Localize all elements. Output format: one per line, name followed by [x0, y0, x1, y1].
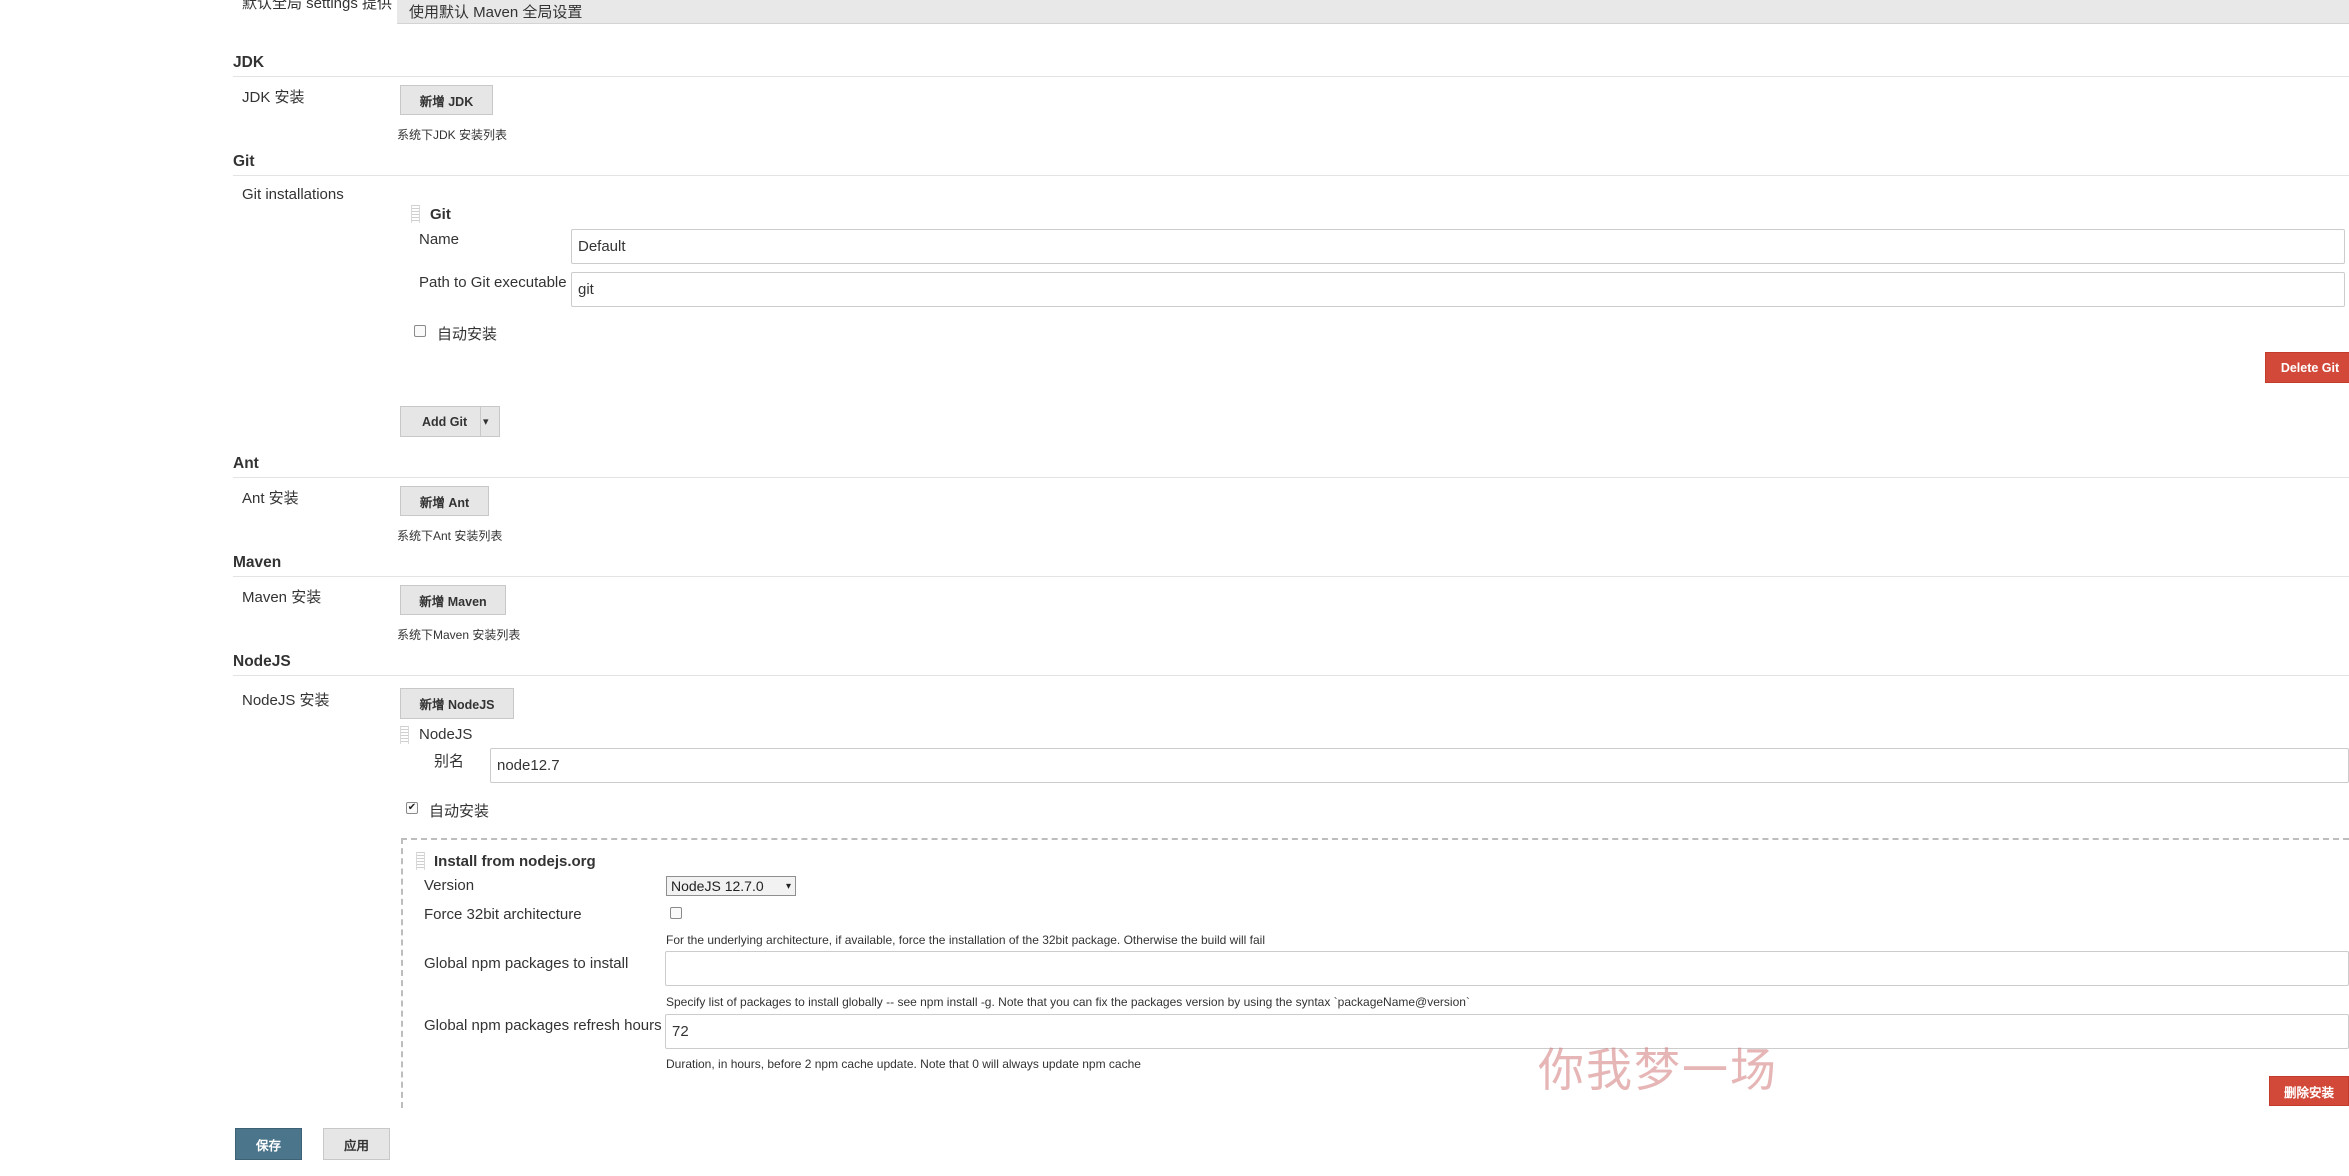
watermark-text: 你我梦一场 — [1538, 1043, 1778, 1097]
nodejs-alias-input[interactable]: node12.7 — [490, 748, 2349, 783]
installer-title: Install from nodejs.org — [434, 853, 596, 870]
section-title-ant: Ant — [233, 455, 259, 472]
installer-refresh-input[interactable]: 72 — [665, 1014, 2349, 1049]
git-name-value: Default — [578, 238, 626, 255]
installer-npm-label: Global npm packages to install — [424, 955, 629, 972]
jdk-help-text: 系统下JDK 安装列表 — [397, 128, 508, 142]
chevron-down-icon[interactable]: ▾ — [483, 415, 489, 428]
check-icon: ✔ — [407, 802, 417, 813]
add-ant-button[interactable]: 新增 Ant — [400, 486, 489, 516]
section-title-nodejs: NodeJS — [233, 653, 291, 670]
apply-button[interactable]: 应用 — [323, 1128, 390, 1160]
delete-installer-button[interactable]: 删除安装 — [2269, 1076, 2349, 1106]
drag-handle-icon[interactable] — [400, 726, 409, 744]
installer-version-label: Version — [424, 877, 475, 894]
git-path-value: git — [578, 281, 594, 298]
nodejs-item-title: NodeJS — [419, 726, 473, 743]
section-title-jdk: JDK — [233, 54, 265, 71]
maven-install-label: Maven 安装 — [242, 589, 322, 606]
add-maven-button[interactable]: 新增 Maven — [400, 585, 506, 615]
drag-handle-icon[interactable] — [416, 852, 425, 870]
section-divider-maven — [233, 576, 2349, 577]
nodejs-install-label: NodeJS 安装 — [242, 692, 330, 709]
nodejs-auto-install-label: 自动安装 — [429, 803, 490, 820]
installer-force32-help: For the underlying architecture, if avai… — [666, 933, 1265, 947]
delete-git-button[interactable]: Delete Git — [2265, 352, 2349, 383]
installer-refresh-help: Duration, in hours, before 2 npm cache u… — [666, 1057, 1141, 1071]
add-nodejs-button[interactable]: 新增 NodeJS — [400, 688, 514, 719]
section-divider-git — [233, 175, 2349, 176]
nodejs-alias-label: 别名 — [434, 753, 465, 770]
maven-global-settings-select[interactable]: 使用默认 Maven 全局设置 — [397, 0, 2349, 24]
ant-install-label: Ant 安装 — [242, 490, 299, 507]
maven-global-settings-label: 默认全局 settings 提供 — [242, 0, 393, 12]
section-divider-jdk — [233, 76, 2349, 77]
save-button[interactable]: 保存 — [235, 1128, 302, 1160]
git-item-title: Git — [430, 206, 451, 223]
installer-refresh-value: 72 — [672, 1023, 689, 1040]
add-git-separator — [480, 407, 481, 436]
nodejs-auto-install-checkbox[interactable]: ✔ — [406, 802, 418, 814]
section-divider-ant — [233, 477, 2349, 478]
git-path-input[interactable]: git — [571, 272, 2345, 307]
section-title-git: Git — [233, 153, 255, 170]
git-path-label: Path to Git executable — [419, 274, 567, 291]
installer-version-select[interactable]: NodeJS 12.7.0 ▾ — [666, 876, 796, 896]
nodejs-alias-value: node12.7 — [497, 757, 560, 774]
chevron-down-icon: ▾ — [785, 880, 791, 892]
git-name-label: Name — [419, 231, 460, 248]
installer-npm-help: Specify list of packages to install glob… — [666, 995, 1470, 1009]
git-auto-install-checkbox[interactable] — [414, 325, 426, 337]
maven-global-settings-value: 使用默认 Maven 全局设置 — [409, 4, 583, 21]
section-divider-nodejs — [233, 675, 2349, 676]
jdk-install-label: JDK 安装 — [242, 89, 305, 106]
ant-help-text: 系统下Ant 安装列表 — [397, 529, 503, 543]
installer-refresh-label: Global npm packages refresh hours — [424, 1017, 662, 1034]
add-jdk-button[interactable]: 新增 JDK — [400, 85, 493, 115]
add-git-label: Add Git — [422, 414, 468, 429]
installer-force32-checkbox[interactable] — [670, 907, 682, 919]
add-git-button[interactable]: Add Git ▾ — [400, 406, 500, 437]
section-title-maven: Maven — [233, 554, 282, 571]
maven-help-text: 系统下Maven 安装列表 — [397, 628, 521, 642]
git-name-input[interactable]: Default — [571, 229, 2345, 264]
git-auto-install-label: 自动安装 — [437, 326, 498, 343]
drag-handle-icon[interactable] — [411, 205, 420, 223]
git-installations-label: Git installations — [242, 186, 344, 203]
installer-version-value: NodeJS 12.7.0 — [671, 878, 764, 894]
installer-npm-input[interactable] — [665, 951, 2349, 986]
installer-force32-label: Force 32bit architecture — [424, 906, 582, 923]
